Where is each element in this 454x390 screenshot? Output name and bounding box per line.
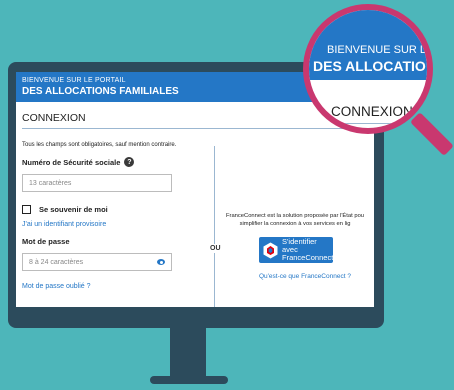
checkbox-icon[interactable] [22,205,31,214]
illustration: BIENVENUE SUR LE PORTAIL DES ALLOCATIONS… [0,0,454,390]
fc-button-line-1: S'identifier avec [282,237,317,254]
help-icon[interactable]: ? [124,157,135,167]
franceconnect-logo-icon [263,242,278,259]
magnified-line-2: DES ALLOCATIO [313,58,426,74]
column-divider [214,146,215,307]
magnified-banner: BIENVENUE SUR L DES ALLOCATIO [309,10,427,80]
password-label: Mot de passe [22,237,212,246]
franceconnect-button-label: S'identifier avec FranceConnect [282,238,333,262]
temp-id-link[interactable]: J'ai un identifiant provisoire [22,221,212,228]
eye-icon[interactable] [157,259,165,265]
mandatory-note: Tous les champs sont obligatoires, sauf … [22,142,177,148]
magnified-divider [309,123,427,124]
login-content: CONNEXION Tous les champs sont obligatoi… [16,112,374,290]
password-label-text: Mot de passe [22,237,70,246]
magnifier-lens: BIENVENUE SUR L DES ALLOCATIO CONNEXION [303,4,433,134]
magnified-title: CONNEXION [331,104,413,119]
fc-button-line-2: FranceConnect [282,253,334,262]
fc-description-line-1: FranceConnect est la solution proposée p… [225,213,365,219]
ssn-label-text: Numéro de Sécurité sociale [22,157,121,167]
fc-description-line-2: simplifier la connexion à vos services e… [239,221,351,227]
franceconnect-info-link[interactable]: Qu'est-ce que FranceConnect ? [259,273,351,280]
forgot-password-link[interactable]: Mot de passe oublié ? [22,283,212,290]
magnifier-handle [410,112,454,156]
login-form: Tous les champs sont obligatoires, sauf … [22,142,212,290]
ssn-input[interactable]: 13 caractères [22,174,172,192]
login-title: CONNEXION [22,112,367,129]
password-placeholder: 8 à 24 caractères [29,258,84,266]
or-separator: OU [210,244,221,253]
password-input[interactable]: 8 à 24 caractères [22,253,172,271]
remember-label: Se souvenir de moi [39,205,108,214]
ssn-placeholder: 13 caractères [29,179,72,187]
monitor-stand-base [150,376,228,384]
franceconnect-button[interactable]: S'identifier avec FranceConnect [259,237,333,263]
remember-me[interactable]: Se souvenir de moi [22,205,212,214]
ssn-label: Numéro de Sécurité sociale ? [22,157,212,167]
franceconnect-description: FranceConnect est la solution proposée p… [216,212,374,228]
magnified-line-1: BIENVENUE SUR L [327,44,427,56]
monitor-stand-neck [170,328,206,378]
